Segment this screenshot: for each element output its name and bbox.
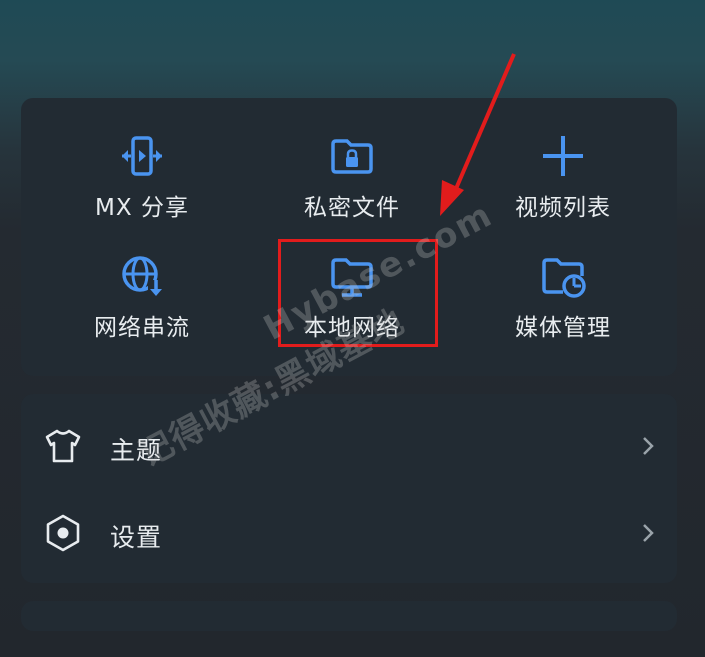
private-folder-lock-icon bbox=[331, 139, 373, 174]
mx-share-label: MX 分享 bbox=[95, 195, 189, 221]
menu-item-theme[interactable]: 主题 bbox=[21, 402, 677, 488]
media-management-label: 媒体管理 bbox=[515, 315, 611, 341]
menu-item-settings[interactable]: 设置 bbox=[21, 489, 677, 575]
plus-icon bbox=[543, 136, 583, 176]
annotation-highlight-box bbox=[278, 239, 438, 347]
bottom-card-partial bbox=[21, 601, 677, 631]
mx-share-tile[interactable]: MX 分享 bbox=[57, 132, 227, 232]
chevron-right-icon bbox=[643, 524, 654, 542]
network-stream-label: 网络串流 bbox=[94, 315, 190, 341]
private-files-tile[interactable]: 私密文件 bbox=[267, 132, 437, 232]
folder-pie-chart-icon bbox=[542, 258, 586, 298]
chevron-right-icon bbox=[643, 437, 654, 455]
menu-item-theme-label: 主题 bbox=[110, 436, 163, 465]
media-management-tile[interactable]: 媒体管理 bbox=[478, 252, 648, 352]
tshirt-icon bbox=[45, 429, 81, 463]
hexagon-settings-icon bbox=[46, 514, 80, 552]
mx-share-icon bbox=[122, 136, 162, 176]
globe-download-icon bbox=[122, 256, 164, 298]
network-stream-tile[interactable]: 网络串流 bbox=[57, 252, 227, 352]
menu-item-settings-label: 设置 bbox=[110, 523, 163, 552]
settings-menu-card: 主题 设置 bbox=[21, 394, 677, 583]
annotation-arrow bbox=[440, 53, 516, 216]
private-files-label: 私密文件 bbox=[304, 195, 400, 221]
